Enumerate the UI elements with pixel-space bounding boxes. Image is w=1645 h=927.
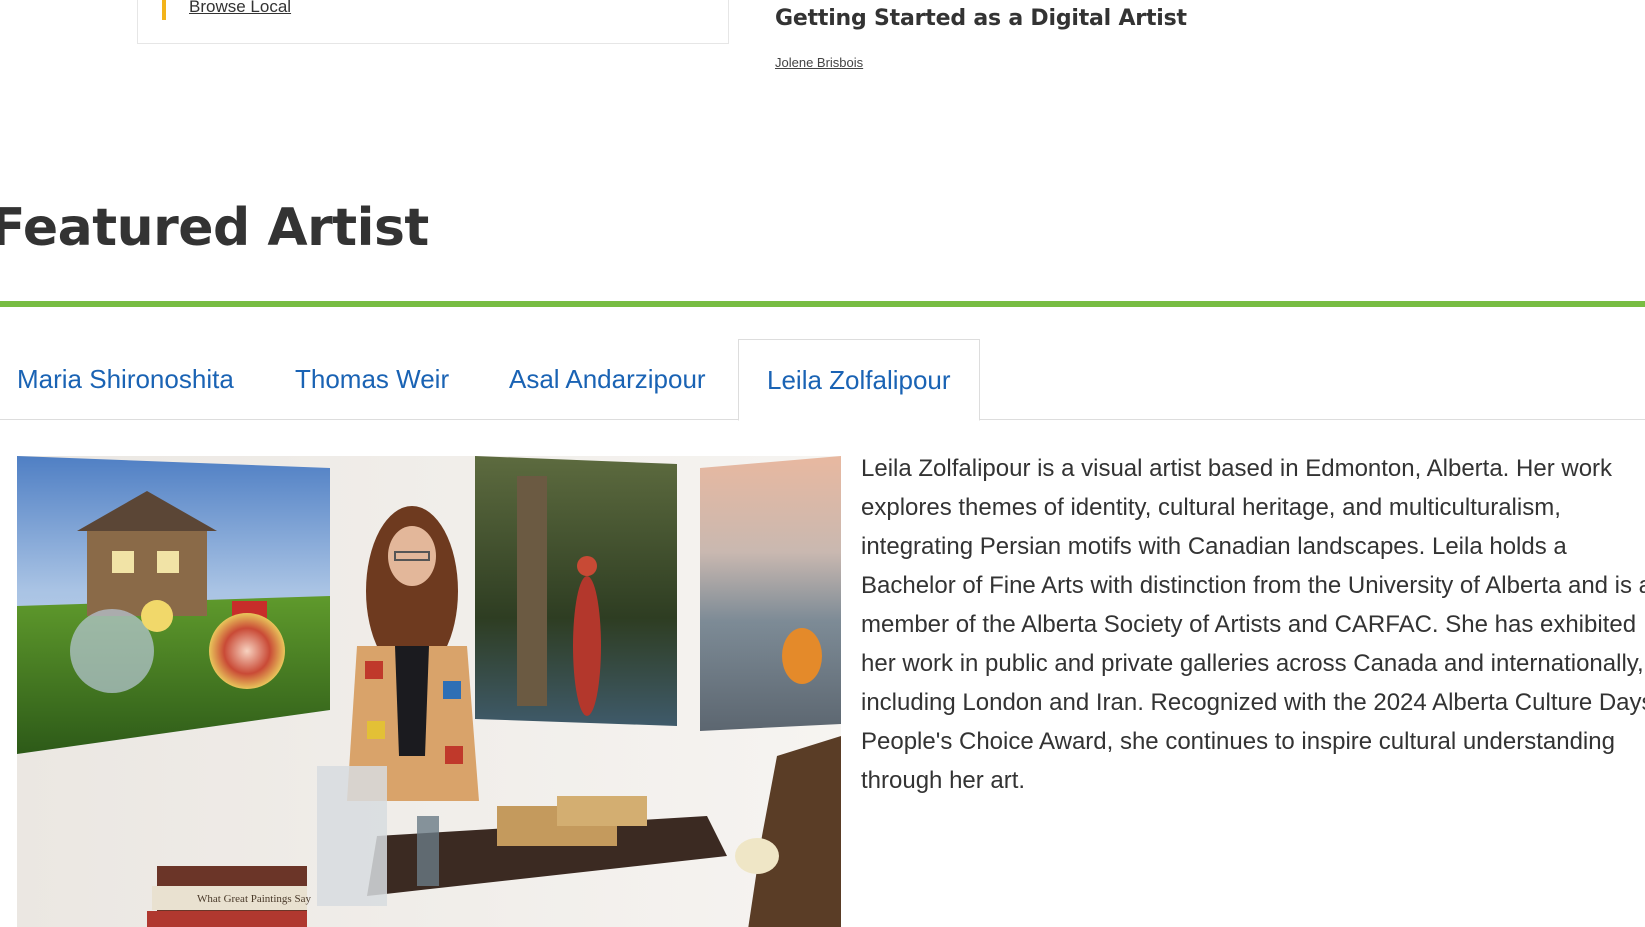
tab-asal-andarzipour[interactable]: Asal Andarzipour (509, 339, 706, 419)
landscape-painting (17, 456, 330, 754)
book-title: What Great Paintings Say (197, 893, 311, 905)
artist-bio: Leila Zolfalipour is a visual artist bas… (861, 455, 1645, 794)
artist-tab-bar: Maria Shironoshita Thomas Weir Asal Anda… (0, 339, 1645, 421)
tab-thomas-weir[interactable]: Thomas Weir (295, 339, 449, 419)
featured-artist-heading: Featured Artist (0, 198, 429, 258)
page: Browse Local Getting Started as a Digita… (0, 0, 1645, 927)
article-author-link[interactable]: Jolene Brisbois (775, 55, 863, 70)
forest-painting (475, 456, 677, 726)
artist-photo: What Great Paintings Say (17, 456, 841, 927)
tab-maria-shironoshita[interactable]: Maria Shironoshita (17, 339, 234, 419)
seascape-painting (700, 456, 841, 731)
browse-card: Browse Local (137, 0, 729, 44)
section-divider (0, 301, 1645, 307)
browse-local-link[interactable]: Browse Local (189, 0, 291, 15)
tab-leila-zolfalipour[interactable]: Leila Zolfalipour (738, 339, 980, 421)
artist-studio-image: What Great Paintings Say (17, 456, 841, 927)
card-accent-bar (162, 0, 166, 20)
article-title[interactable]: Getting Started as a Digital Artist (775, 6, 1187, 31)
